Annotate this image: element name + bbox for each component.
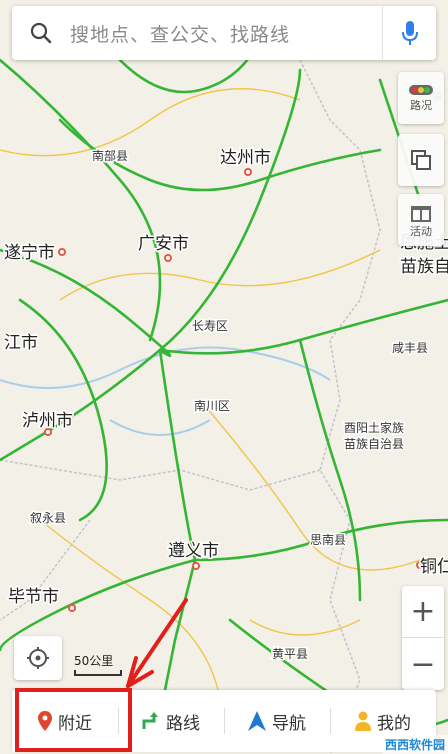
map-city-label[interactable]: 遂宁市 [3,242,57,265]
map-scale: 50公里 [74,652,122,676]
gift-icon [411,206,431,222]
map-canvas[interactable]: 达州市 广安市 遂宁市 江市 泸州市 遵义市 毕节市 恩施土 苗族自 铜仁 南部… [0,0,448,754]
nav-mine-label: 我的 [377,713,411,734]
nav-navigation-label: 导航 [272,713,306,734]
map-district-label[interactable]: 叙永县 [29,510,68,527]
navigation-arrow-icon [248,711,266,731]
layers-button[interactable] [398,134,444,186]
map-district-label[interactable]: 南部县 [91,147,130,165]
map-district-label[interactable]: 黄平县 [271,646,310,663]
scale-bar [74,670,122,676]
traffic-light-icon [409,85,433,95]
zoom-in-button[interactable]: + [402,586,444,638]
locate-button[interactable] [14,636,62,680]
search-input[interactable]: 搜地点、查公交、找路线 [70,20,382,47]
map-district-label[interactable]: 思南县 [309,531,348,549]
map-city-label[interactable]: 毕节市 [7,586,61,609]
zoom-control: + − [402,586,444,690]
search-bar[interactable]: 搜地点、查公交、找路线 [12,6,436,60]
nav-route-label: 路线 [166,713,200,734]
map-district-label[interactable]: 长寿区 [191,318,230,335]
map-district-label[interactable]: 南川区 [193,397,232,415]
activity-label: 活动 [410,225,432,238]
map-city-label[interactable]: 广安市 [137,233,191,256]
nav-route[interactable]: 路线 [118,690,224,752]
map-district-label[interactable]: 苗族自治县 [343,436,406,453]
map-city-label[interactable]: 达州市 [219,147,273,170]
map-city-label[interactable]: 江市 [3,332,40,355]
map-district-label[interactable]: 酉阳土家族 [343,419,406,437]
map-district-label[interactable]: 咸丰县 [391,340,430,357]
map-city-label[interactable]: 苗族自 [399,256,448,279]
traffic-label: 路况 [410,99,432,112]
user-icon [355,711,371,731]
map-city-label[interactable]: 泸州市 [21,410,75,433]
map-city-label[interactable]: 铜仁 [419,556,448,579]
zoom-out-button[interactable]: − [402,638,444,690]
annotation-highlight-box [15,688,132,752]
route-icon [142,712,158,729]
microphone-icon[interactable] [382,6,436,60]
scale-label: 50公里 [74,654,114,668]
nav-navigation[interactable]: 导航 [224,690,330,752]
map-city-label[interactable]: 遵义市 [167,540,221,563]
traffic-button[interactable]: 路况 [398,72,444,124]
activity-button[interactable]: 活动 [398,194,444,246]
search-icon [12,6,70,60]
watermark-logo: 西西软件园 [381,735,448,754]
layers-icon [411,150,431,170]
crosshair-icon [27,647,49,669]
